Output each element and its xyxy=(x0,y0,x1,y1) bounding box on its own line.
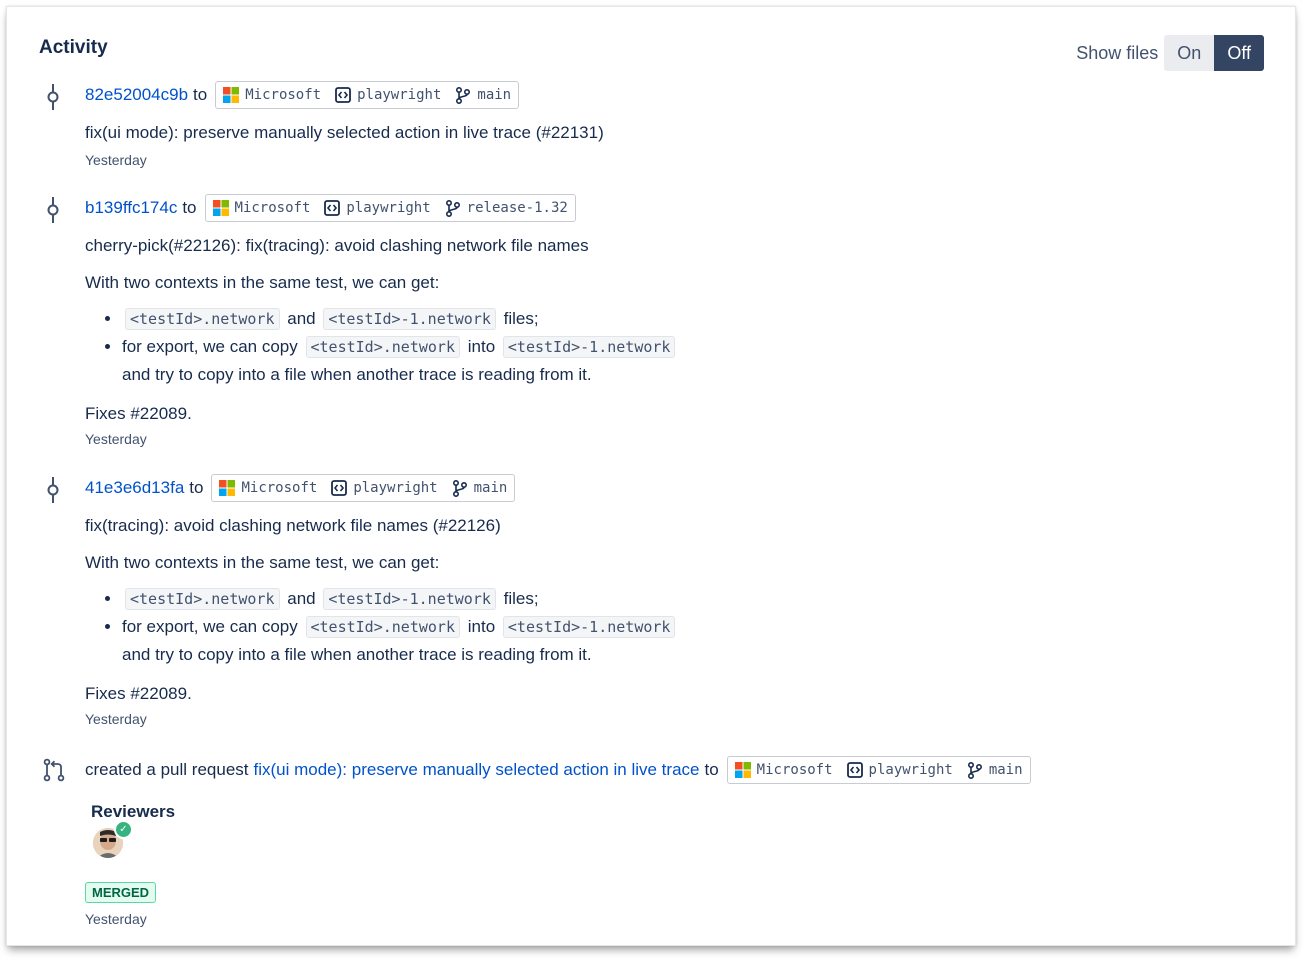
repository-icon xyxy=(846,762,863,778)
inline-code: <testId>-1.network xyxy=(502,336,676,358)
commit-hash-link[interactable]: b139ffc174c xyxy=(85,198,177,218)
timestamp: Yesterday xyxy=(85,911,147,927)
activity-panel: Activity Show files On Off 82e52004c9b t… xyxy=(6,6,1296,946)
to-label: to xyxy=(189,478,204,497)
microsoft-logo-icon xyxy=(219,480,236,496)
list-text: files; xyxy=(503,589,539,608)
show-files-on-button[interactable]: On xyxy=(1164,35,1215,71)
list-text: for export, we can copy xyxy=(122,617,298,636)
reviewers-heading: Reviewers xyxy=(91,802,176,821)
branch-icon xyxy=(456,86,471,104)
commit-icon xyxy=(47,197,59,223)
inline-code: <testId>.network xyxy=(305,616,460,638)
commit-hash-link[interactable]: 41e3e6d13fa xyxy=(85,478,184,498)
commit-icon xyxy=(47,477,59,503)
org-name: Microsoft xyxy=(241,480,318,496)
pr-title-link[interactable]: fix(ui mode): preserve manually selected… xyxy=(254,760,700,780)
list-item: <testId>.network and <testId>-1.network … xyxy=(122,305,1275,333)
activity-title: Activity xyxy=(39,37,108,58)
list-text: and try to copy into a file when another… xyxy=(122,365,592,384)
inline-code: <testId>.network xyxy=(125,588,280,610)
repository-icon xyxy=(324,200,341,216)
repository-icon xyxy=(335,87,351,103)
repo-name: playwright xyxy=(353,480,438,496)
show-files-off-button[interactable]: Off xyxy=(1214,35,1264,71)
show-files-toggle: Show files On Off xyxy=(1076,35,1264,71)
branch-name: main xyxy=(988,762,1023,778)
fixes-text: Fixes #22089. xyxy=(85,684,192,703)
list-text: into xyxy=(467,337,496,356)
commit-message: cherry-pick(#22126): fix(tracing): avoid… xyxy=(85,236,589,255)
timestamp: Yesterday xyxy=(85,431,147,447)
commit-body-intro: With two contexts in the same test, we c… xyxy=(85,273,440,292)
inline-code: <testId>-1.network xyxy=(323,588,496,610)
inline-code: <testId>-1.network xyxy=(323,308,496,330)
to-label: to xyxy=(704,760,719,779)
list-text: and xyxy=(287,309,316,328)
branch-name: main xyxy=(477,87,512,103)
branch-name: main xyxy=(473,480,508,496)
inline-code: <testId>.network xyxy=(125,308,280,330)
org-name: Microsoft xyxy=(756,762,833,778)
branch-icon xyxy=(967,761,982,779)
repository-icon xyxy=(331,480,348,496)
microsoft-logo-icon xyxy=(734,762,751,778)
branch-icon xyxy=(452,479,467,497)
commit-message: fix(tracing): avoid clashing network fil… xyxy=(85,516,501,535)
list-item: <testId>.network and <testId>-1.network … xyxy=(122,585,1275,613)
list-text: and try to copy into a file when another… xyxy=(122,645,592,664)
pull-request-icon xyxy=(43,758,65,782)
inline-code: <testId>-1.network xyxy=(502,616,676,638)
commit-hash-link[interactable]: 82e52004c9b xyxy=(85,85,188,105)
commit-body-list: <testId>.network and <testId>-1.network … xyxy=(85,305,1275,388)
commit-message: fix(ui mode): preserve manually selected… xyxy=(85,123,604,142)
commit-icon xyxy=(47,84,59,110)
merged-status-badge: MERGED xyxy=(85,882,157,903)
list-text: and xyxy=(287,589,316,608)
list-text: for export, we can copy xyxy=(122,337,298,356)
repo-branch-tag[interactable]: Microsoft playwright xyxy=(204,194,576,222)
microsoft-logo-icon xyxy=(223,87,240,103)
show-files-label: Show files xyxy=(1076,42,1159,63)
repo-branch-tag[interactable]: Microsoft playwright xyxy=(211,474,516,502)
microsoft-logo-icon xyxy=(212,200,229,216)
timestamp: Yesterday xyxy=(85,152,147,168)
org-name: Microsoft xyxy=(245,87,322,103)
commit-body-intro: With two contexts in the same test, we c… xyxy=(85,553,440,572)
reviewer-avatar[interactable]: ✓ xyxy=(93,820,133,860)
list-text: files; xyxy=(503,309,539,328)
repo-name: playwright xyxy=(357,87,442,103)
inline-code: <testId>.network xyxy=(305,336,460,358)
to-label: to xyxy=(193,85,208,104)
repo-name: playwright xyxy=(868,762,953,778)
to-label: to xyxy=(182,198,197,217)
timestamp: Yesterday xyxy=(85,711,147,727)
list-item: for export, we can copy <testId>.network… xyxy=(122,333,1275,388)
repo-branch-tag[interactable]: Microsoft playwright xyxy=(215,81,520,109)
fixes-text: Fixes #22089. xyxy=(85,404,192,423)
branch-name: release-1.32 xyxy=(466,200,568,216)
list-item: for export, we can copy <testId>.network… xyxy=(122,613,1275,668)
commit-body-list: <testId>.network and <testId>-1.network … xyxy=(85,585,1275,668)
repo-name: playwright xyxy=(346,200,431,216)
pr-prefix-text: created a pull request xyxy=(85,760,249,779)
branch-icon xyxy=(445,199,460,217)
org-name: Microsoft xyxy=(234,200,311,216)
repo-branch-tag[interactable]: Microsoft playwright xyxy=(726,756,1031,784)
approved-check-icon: ✓ xyxy=(114,820,133,839)
list-text: into xyxy=(467,617,496,636)
